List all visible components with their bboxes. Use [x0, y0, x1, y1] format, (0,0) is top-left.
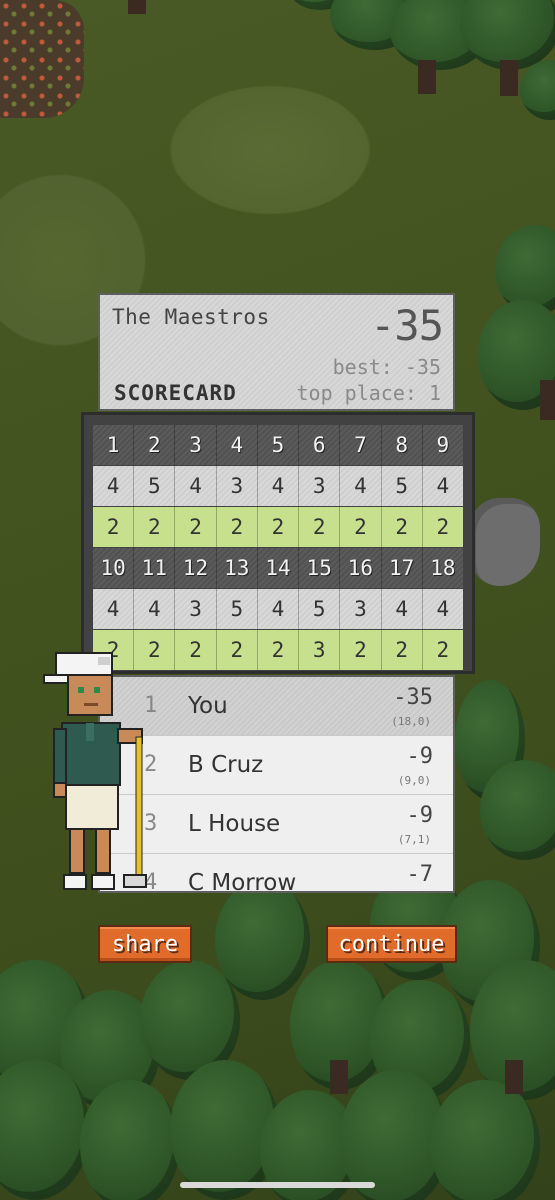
hole-score: 2	[299, 507, 341, 547]
par-value: 4	[175, 466, 217, 506]
hole-number: 2	[134, 425, 176, 465]
tree-trunk	[540, 380, 555, 420]
hole-score: 2	[134, 507, 176, 547]
par-value: 4	[93, 589, 135, 629]
front-score-row: 2 2 2 2 2 2 2 2 2	[93, 507, 463, 547]
leaderboard-row: 1 You -35 (18,0)	[100, 677, 453, 736]
scorecard-grid: 1 2 3 4 5 6 7 8 9 4 5 4 3 4 3 4 5 4 2 2 …	[81, 412, 475, 674]
hole-number: 18	[422, 548, 463, 588]
player-name: L House	[188, 811, 281, 837]
golfer-sprite-icon	[43, 652, 147, 890]
flower-bed	[0, 0, 84, 118]
hole-score: 2	[216, 507, 258, 547]
tree-trunk	[505, 1060, 523, 1094]
leaderboard[interactable]: 1 You -35 (18,0) 2 B Cruz -9 (9,0) 3 L H…	[98, 675, 455, 893]
par-value: 5	[381, 466, 423, 506]
tree	[80, 1080, 180, 1200]
hole-number: 9	[422, 425, 463, 465]
par-value: 4	[257, 589, 300, 629]
front-par-row: 4 5 4 3 4 3 4 5 4	[93, 466, 463, 506]
player-detail: (18,0)	[391, 715, 431, 728]
hole-number: 8	[381, 425, 423, 465]
hole-score: 2	[381, 507, 423, 547]
player-detail: (7,1)	[397, 833, 431, 846]
hole-number: 15	[299, 548, 341, 588]
back-par-row: 4 4 3 5 4 5 3 4 4	[93, 589, 463, 629]
total-score: -35	[370, 301, 444, 350]
best-score: best: -35	[332, 355, 441, 379]
par-value: 5	[216, 589, 258, 629]
hole-number: 11	[134, 548, 176, 588]
hole-number: 17	[381, 548, 423, 588]
par-value: 5	[299, 589, 341, 629]
scorecard-label: SCORECARD	[114, 381, 237, 405]
continue-button[interactable]: continue	[326, 925, 457, 963]
tree-trunk	[330, 1060, 348, 1094]
hole-score: 2	[257, 630, 300, 670]
player-name: C Morrow	[188, 870, 297, 893]
hole-number: 13	[216, 548, 258, 588]
player-score: -9	[406, 744, 434, 769]
player-score: -35	[393, 685, 433, 710]
back-holes-row: 10 11 12 13 14 15 16 17 18	[93, 548, 463, 588]
hole-score: 2	[422, 507, 463, 547]
par-value: 4	[381, 589, 423, 629]
hole-score: 2	[422, 630, 463, 670]
front-holes-row: 1 2 3 4 5 6 7 8 9	[93, 425, 463, 465]
hole-score: 2	[257, 507, 300, 547]
hole-number: 12	[175, 548, 217, 588]
hole-score: 2	[175, 630, 217, 670]
par-value: 4	[257, 466, 300, 506]
tree-trunk	[418, 60, 436, 94]
par-value: 4	[93, 466, 135, 506]
hole-number: 4	[216, 425, 258, 465]
top-place: top place: 1	[296, 381, 442, 405]
hole-number: 1	[93, 425, 135, 465]
hole-score: 2	[93, 507, 135, 547]
tree	[430, 1080, 540, 1200]
hole-number: 7	[340, 425, 382, 465]
home-indicator[interactable]	[180, 1182, 375, 1188]
leaderboard-row: 2 B Cruz -9 (9,0)	[100, 736, 453, 795]
share-button[interactable]: share	[98, 925, 192, 963]
par-value: 4	[134, 589, 176, 629]
player-name: B Cruz	[188, 752, 264, 778]
par-value: 3	[216, 466, 258, 506]
hole-score: 3	[299, 630, 341, 670]
hole-number: 5	[257, 425, 300, 465]
hole-score: 2	[340, 507, 382, 547]
hole-score: 2	[381, 630, 423, 670]
par-value: 5	[134, 466, 176, 506]
par-value: 3	[340, 589, 382, 629]
hole-number: 3	[175, 425, 217, 465]
par-value: 3	[175, 589, 217, 629]
player-score: -7	[406, 862, 434, 887]
hole-score: 2	[175, 507, 217, 547]
leaderboard-row: 4 C Morrow -7	[100, 854, 453, 893]
player-score: -9	[406, 803, 434, 828]
tree-trunk	[500, 60, 518, 96]
tree	[215, 880, 310, 1000]
hole-number: 6	[299, 425, 341, 465]
hole-score: 2	[216, 630, 258, 670]
par-value: 4	[422, 589, 463, 629]
course-name: The Maestros	[112, 305, 270, 329]
leaderboard-row: 3 L House -9 (7,1)	[100, 795, 453, 854]
par-value: 4	[340, 466, 382, 506]
par-value: 4	[422, 466, 463, 506]
player-detail: (9,0)	[397, 774, 431, 787]
tree-trunk	[128, 0, 146, 14]
sand-bunker	[470, 498, 540, 586]
hole-number: 10	[93, 548, 135, 588]
hole-number: 16	[340, 548, 382, 588]
hole-score: 2	[340, 630, 382, 670]
par-value: 3	[299, 466, 341, 506]
hole-number: 14	[257, 548, 300, 588]
player-name: You	[188, 693, 228, 719]
scorecard-header: The Maestros -35 best: -35 SCORECARD top…	[98, 293, 455, 411]
